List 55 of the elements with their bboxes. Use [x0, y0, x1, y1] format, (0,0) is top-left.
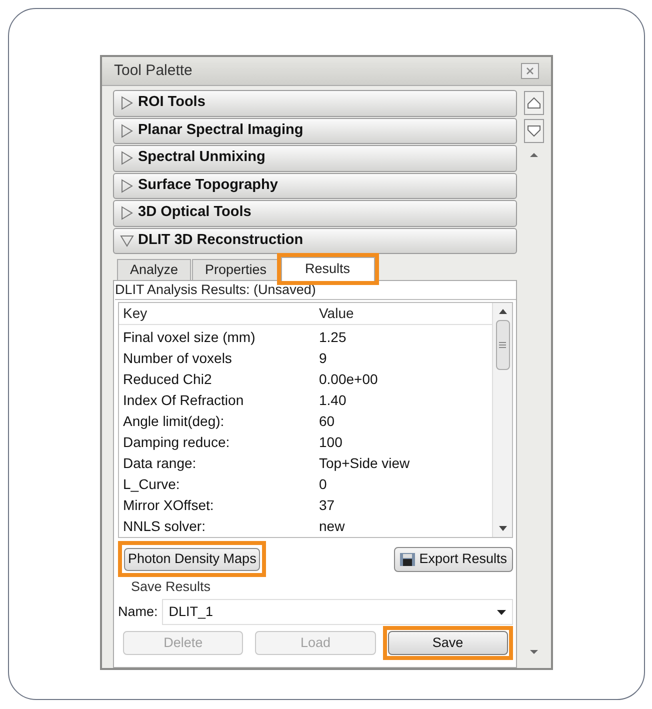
collapse-up-icon[interactable]: [524, 91, 544, 115]
scroll-up-icon[interactable]: [530, 153, 538, 157]
table-cell-text: L_Curve:: [122, 475, 181, 494]
table-cell-text: 9: [318, 349, 328, 368]
triangle-right-icon: [120, 96, 134, 110]
table-cell-text: 60: [318, 412, 336, 431]
export-results-button[interactable]: Export Results: [394, 546, 513, 572]
scroll-thumb[interactable]: [496, 320, 510, 370]
name-dropdown[interactable]: DLIT_1: [162, 599, 513, 625]
tab[interactable]: Analyze: [117, 259, 192, 280]
column-header: Value: [318, 304, 355, 323]
table-cell-text: new: [318, 517, 346, 536]
tab[interactable]: Properties: [192, 259, 280, 280]
collapse-down-icon[interactable]: [524, 119, 544, 143]
photon-density-maps-button[interactable]: Photon Density Maps: [124, 548, 260, 571]
section-header[interactable]: 3D Optical Tools: [113, 200, 517, 226]
table-cell-text: 0.00e+00: [318, 370, 379, 389]
section-header[interactable]: ROI Tools: [113, 90, 517, 116]
table-cell-text: 1.40: [318, 391, 348, 410]
table-cell-text: NNLS solver:: [122, 517, 206, 536]
table-cell-text: 0: [318, 475, 328, 494]
scroll-up-icon[interactable]: [498, 309, 506, 314]
triangle-right-icon: [120, 151, 134, 166]
table-cell-text: 100: [318, 433, 344, 452]
results-title: DLIT Analysis Results: (Unsaved): [115, 281, 516, 300]
section-header[interactable]: Surface Topography: [113, 172, 517, 199]
scroll-down-icon[interactable]: [530, 650, 538, 654]
table-cell-text: Number of voxels: [122, 349, 233, 368]
table-cell-text: Damping reduce:: [122, 433, 231, 452]
table-cell-text: Angle limit(deg):: [122, 412, 226, 431]
table-cell-text: Index Of Refraction: [122, 391, 245, 410]
close-icon[interactable]: [521, 63, 539, 79]
caret-icon: [497, 610, 506, 614]
table-cell-text: Final voxel size (mm): [122, 328, 256, 347]
triangle-right-icon: [120, 178, 134, 193]
action-button[interactable]: Save: [388, 631, 508, 655]
section-header[interactable]: Planar Spectral Imaging: [113, 118, 517, 144]
group-title: Save Results: [131, 579, 212, 595]
table-cell-text: 1.25: [318, 328, 348, 347]
section-header[interactable]: DLIT 3D Reconstruction: [113, 228, 517, 254]
triangle-down-icon: [120, 234, 134, 248]
section-header[interactable]: Spectral Unmixing: [113, 145, 517, 172]
table-cell-text: Top+Side view: [318, 454, 411, 473]
triangle-right-icon: [120, 206, 134, 220]
table-cell-text: Reduced Chi2: [122, 370, 213, 389]
table-cell-text: Mirror XOffset:: [122, 496, 215, 515]
column-header: Key: [122, 304, 148, 323]
window-title: Tool Palette: [114, 60, 192, 81]
table-cell-text: 37: [318, 496, 336, 515]
triangle-right-icon: [120, 124, 134, 138]
table-cell-text: Data range:: [122, 454, 198, 473]
grip-icon: [499, 342, 506, 348]
name-label: Name:: [118, 602, 158, 621]
scroll-down-icon[interactable]: [498, 526, 506, 531]
scrollbar[interactable]: [492, 303, 512, 537]
